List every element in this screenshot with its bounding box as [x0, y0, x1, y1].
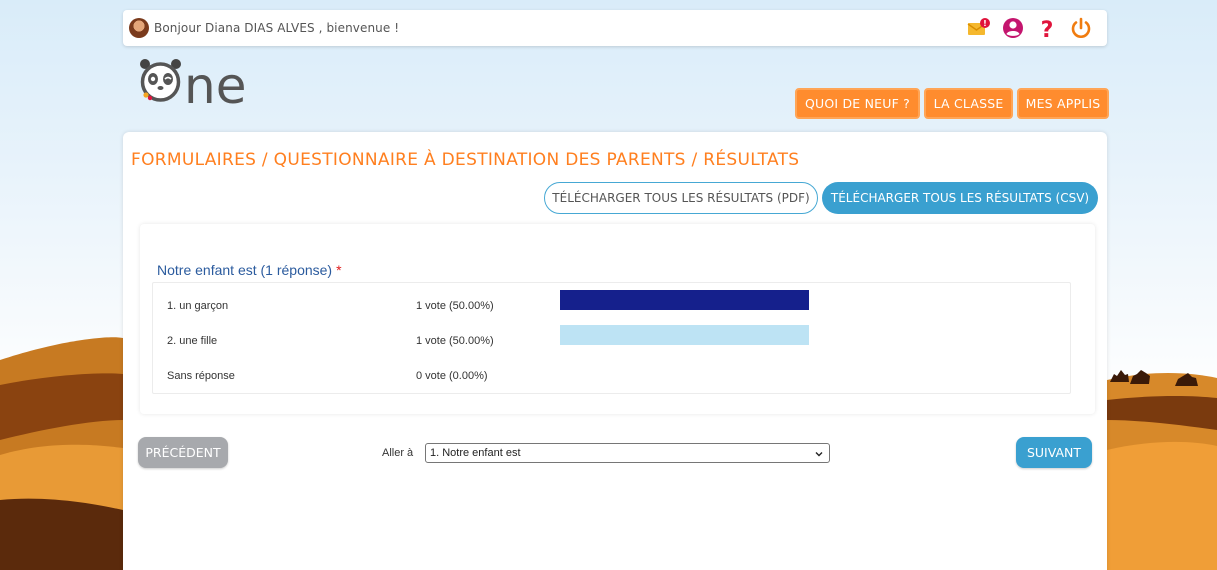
panda-icon	[140, 59, 181, 102]
top-icons: ! ?	[967, 16, 1093, 43]
download-pdf-button[interactable]: TÉLÉCHARGER TOUS LES RÉSULTATS (PDF)	[544, 182, 818, 214]
answer-votes: 0 vote (0.00%)	[416, 370, 488, 382]
required-marker: *	[336, 262, 342, 278]
answer-bar	[560, 325, 809, 345]
main-nav: QUOI DE NEUF ? LA CLASSE MES APPLIS	[795, 88, 1109, 119]
question-panel: Notre enfant est (1 réponse) * 1. un garç…	[140, 224, 1095, 414]
question-title: Notre enfant est (1 réponse) *	[157, 262, 342, 278]
nav-quoi-de-neuf[interactable]: QUOI DE NEUF ?	[795, 88, 920, 119]
goto-select[interactable]: 1. Notre enfant est	[425, 443, 830, 463]
avatar[interactable]	[129, 18, 149, 38]
download-csv-button[interactable]: TÉLÉCHARGER TOUS LES RÉSULTATS (CSV)	[822, 182, 1098, 214]
power-icon[interactable]	[1069, 16, 1093, 40]
mail-notification-icon[interactable]: !	[967, 16, 991, 40]
answer-label: 1. un garçon	[167, 300, 229, 312]
result-row: 1. un garçon 1 vote (50.00%)	[153, 289, 1070, 324]
greeting-text: Bonjour Diana DIAS ALVES , bienvenue !	[154, 21, 400, 35]
answer-votes: 1 vote (50.00%)	[416, 300, 494, 312]
answer-label: Sans réponse	[167, 370, 235, 382]
chevron-down-icon	[815, 452, 823, 457]
logo-text: ne	[184, 57, 246, 111]
result-row: 2. une fille 1 vote (50.00%)	[153, 324, 1070, 359]
svg-text:?: ?	[1041, 18, 1054, 40]
results-table: 1. un garçon 1 vote (50.00%) 2. une fill…	[152, 282, 1071, 394]
next-button[interactable]: SUIVANT	[1016, 437, 1092, 468]
answer-votes: 1 vote (50.00%)	[416, 335, 494, 347]
one-logo[interactable]: ne	[136, 55, 286, 115]
goto-selected-value: 1. Notre enfant est	[430, 447, 521, 459]
answer-bar	[560, 290, 809, 310]
page-title: FORMULAIRES / QUESTIONNAIRE À DESTINATIO…	[131, 150, 800, 170]
top-bar: Bonjour Diana DIAS ALVES , bienvenue ! !…	[123, 10, 1107, 46]
result-row: Sans réponse 0 vote (0.00%)	[153, 359, 1070, 394]
mail-badge: !	[983, 19, 987, 28]
goto-label: Aller à	[382, 447, 414, 459]
main-card: FORMULAIRES / QUESTIONNAIRE À DESTINATIO…	[123, 132, 1107, 570]
help-icon[interactable]: ?	[1035, 16, 1059, 43]
previous-button[interactable]: PRÉCÉDENT	[138, 437, 228, 468]
question-title-text: Notre enfant est (1 réponse)	[157, 262, 333, 278]
nav-la-classe[interactable]: LA CLASSE	[924, 88, 1013, 119]
answer-label: 2. une fille	[167, 335, 218, 347]
nav-mes-applis[interactable]: MES APPLIS	[1017, 88, 1109, 119]
user-profile-icon[interactable]	[1001, 16, 1025, 40]
